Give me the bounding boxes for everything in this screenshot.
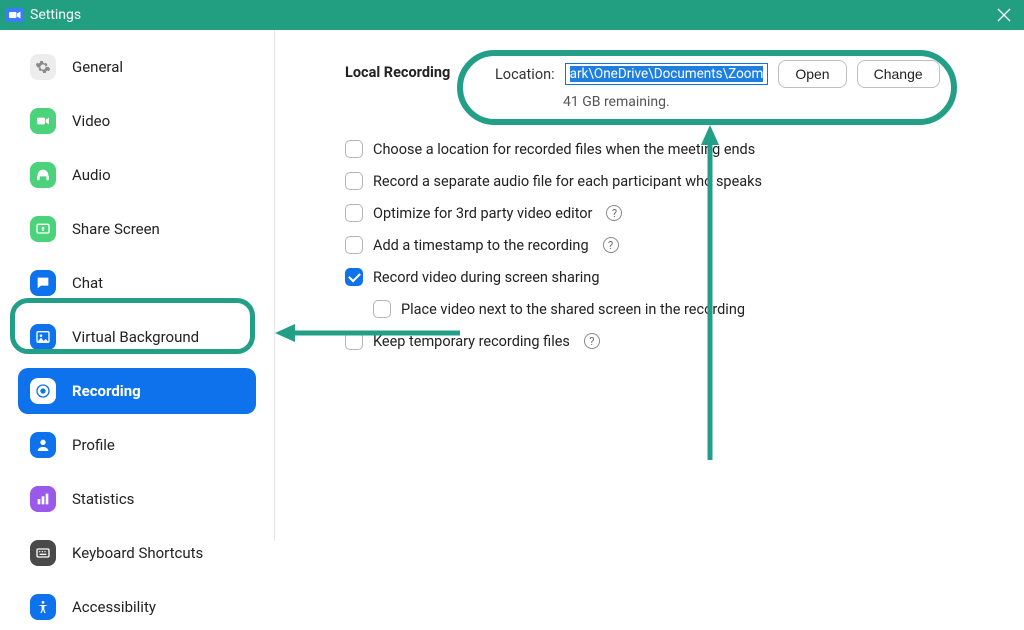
share-screen-icon bbox=[30, 216, 56, 242]
checkbox[interactable] bbox=[345, 268, 363, 286]
help-icon[interactable]: ? bbox=[603, 237, 619, 253]
option-row: Optimize for 3rd party video editor? bbox=[345, 204, 994, 222]
sidebar-item-virtual-background[interactable]: Virtual Background bbox=[18, 314, 256, 360]
window-title: Settings bbox=[30, 7, 81, 23]
app-icon bbox=[6, 8, 24, 22]
sidebar-item-label: Recording bbox=[72, 382, 141, 400]
sidebar-item-share-screen[interactable]: Share Screen bbox=[18, 206, 256, 252]
sidebar-item-label: Chat bbox=[72, 274, 103, 292]
sidebar-item-label: Accessibility bbox=[72, 598, 156, 616]
video-icon bbox=[30, 108, 56, 134]
option-label: Place video next to the shared screen in… bbox=[401, 301, 745, 318]
accessibility-icon bbox=[30, 594, 56, 620]
profile-icon bbox=[30, 432, 56, 458]
location-path[interactable]: ark\OneDrive\Documents\Zoom bbox=[565, 63, 769, 85]
content-panel: Local Recording Location: ark\OneDrive\D… bbox=[275, 30, 1024, 541]
sidebar-item-label: Statistics bbox=[72, 490, 134, 508]
checkbox[interactable] bbox=[345, 204, 363, 222]
checkbox[interactable] bbox=[345, 172, 363, 190]
sidebar-item-accessibility[interactable]: Accessibility bbox=[18, 584, 256, 630]
record-icon bbox=[30, 378, 56, 404]
location-label: Location: bbox=[495, 66, 555, 83]
help-icon[interactable]: ? bbox=[584, 333, 600, 349]
section-title: Local Recording bbox=[345, 60, 475, 81]
option-label: Keep temporary recording files bbox=[373, 333, 570, 350]
chat-icon bbox=[30, 270, 56, 296]
sidebar-item-general[interactable]: General bbox=[18, 44, 256, 90]
option-row: Choose a location for recorded files whe… bbox=[345, 140, 994, 158]
option-label: Record a separate audio file for each pa… bbox=[373, 173, 762, 190]
sidebar-item-chat[interactable]: Chat bbox=[18, 260, 256, 306]
sidebar-item-audio[interactable]: Audio bbox=[18, 152, 256, 198]
option-row: Add a timestamp to the recording? bbox=[345, 236, 994, 254]
option-label: Optimize for 3rd party video editor bbox=[373, 205, 592, 222]
sidebar-item-label: General bbox=[72, 58, 123, 76]
checkbox[interactable] bbox=[345, 140, 363, 158]
option-row: Record a separate audio file for each pa… bbox=[345, 172, 994, 190]
image-icon bbox=[30, 324, 56, 350]
titlebar: Settings bbox=[0, 0, 1024, 30]
sidebar-item-label: Share Screen bbox=[72, 220, 160, 238]
checkbox[interactable] bbox=[345, 332, 363, 350]
sidebar-item-video[interactable]: Video bbox=[18, 98, 256, 144]
sidebar: General Video Audio Share Screen Chat Vi… bbox=[0, 30, 275, 541]
sidebar-item-label: Keyboard Shortcuts bbox=[72, 544, 203, 562]
option-label: Add a timestamp to the recording bbox=[373, 237, 589, 254]
sidebar-item-label: Virtual Background bbox=[72, 328, 199, 346]
sidebar-item-label: Profile bbox=[72, 436, 115, 454]
change-button[interactable]: Change bbox=[857, 60, 940, 88]
remaining-text: 41 GB remaining. bbox=[563, 94, 940, 110]
sidebar-item-label: Video bbox=[72, 112, 110, 130]
sidebar-item-profile[interactable]: Profile bbox=[18, 422, 256, 468]
keyboard-icon bbox=[30, 540, 56, 566]
option-label: Choose a location for recorded files whe… bbox=[373, 141, 755, 158]
gear-icon bbox=[30, 54, 56, 80]
stats-icon bbox=[30, 486, 56, 512]
option-row: Record video during screen sharing bbox=[345, 268, 994, 286]
close-button[interactable] bbox=[984, 0, 1024, 30]
open-button[interactable]: Open bbox=[778, 60, 846, 88]
sidebar-item-recording[interactable]: Recording bbox=[18, 368, 256, 414]
checkbox[interactable] bbox=[373, 300, 391, 318]
sidebar-item-label: Audio bbox=[72, 166, 111, 184]
option-label: Record video during screen sharing bbox=[373, 269, 599, 286]
sidebar-item-statistics[interactable]: Statistics bbox=[18, 476, 256, 522]
checkbox[interactable] bbox=[345, 236, 363, 254]
option-row: Place video next to the shared screen in… bbox=[373, 300, 994, 318]
sidebar-item-keyboard-shortcuts[interactable]: Keyboard Shortcuts bbox=[18, 530, 256, 576]
headphones-icon bbox=[30, 162, 56, 188]
option-row: Keep temporary recording files? bbox=[345, 332, 994, 350]
help-icon[interactable]: ? bbox=[606, 205, 622, 221]
